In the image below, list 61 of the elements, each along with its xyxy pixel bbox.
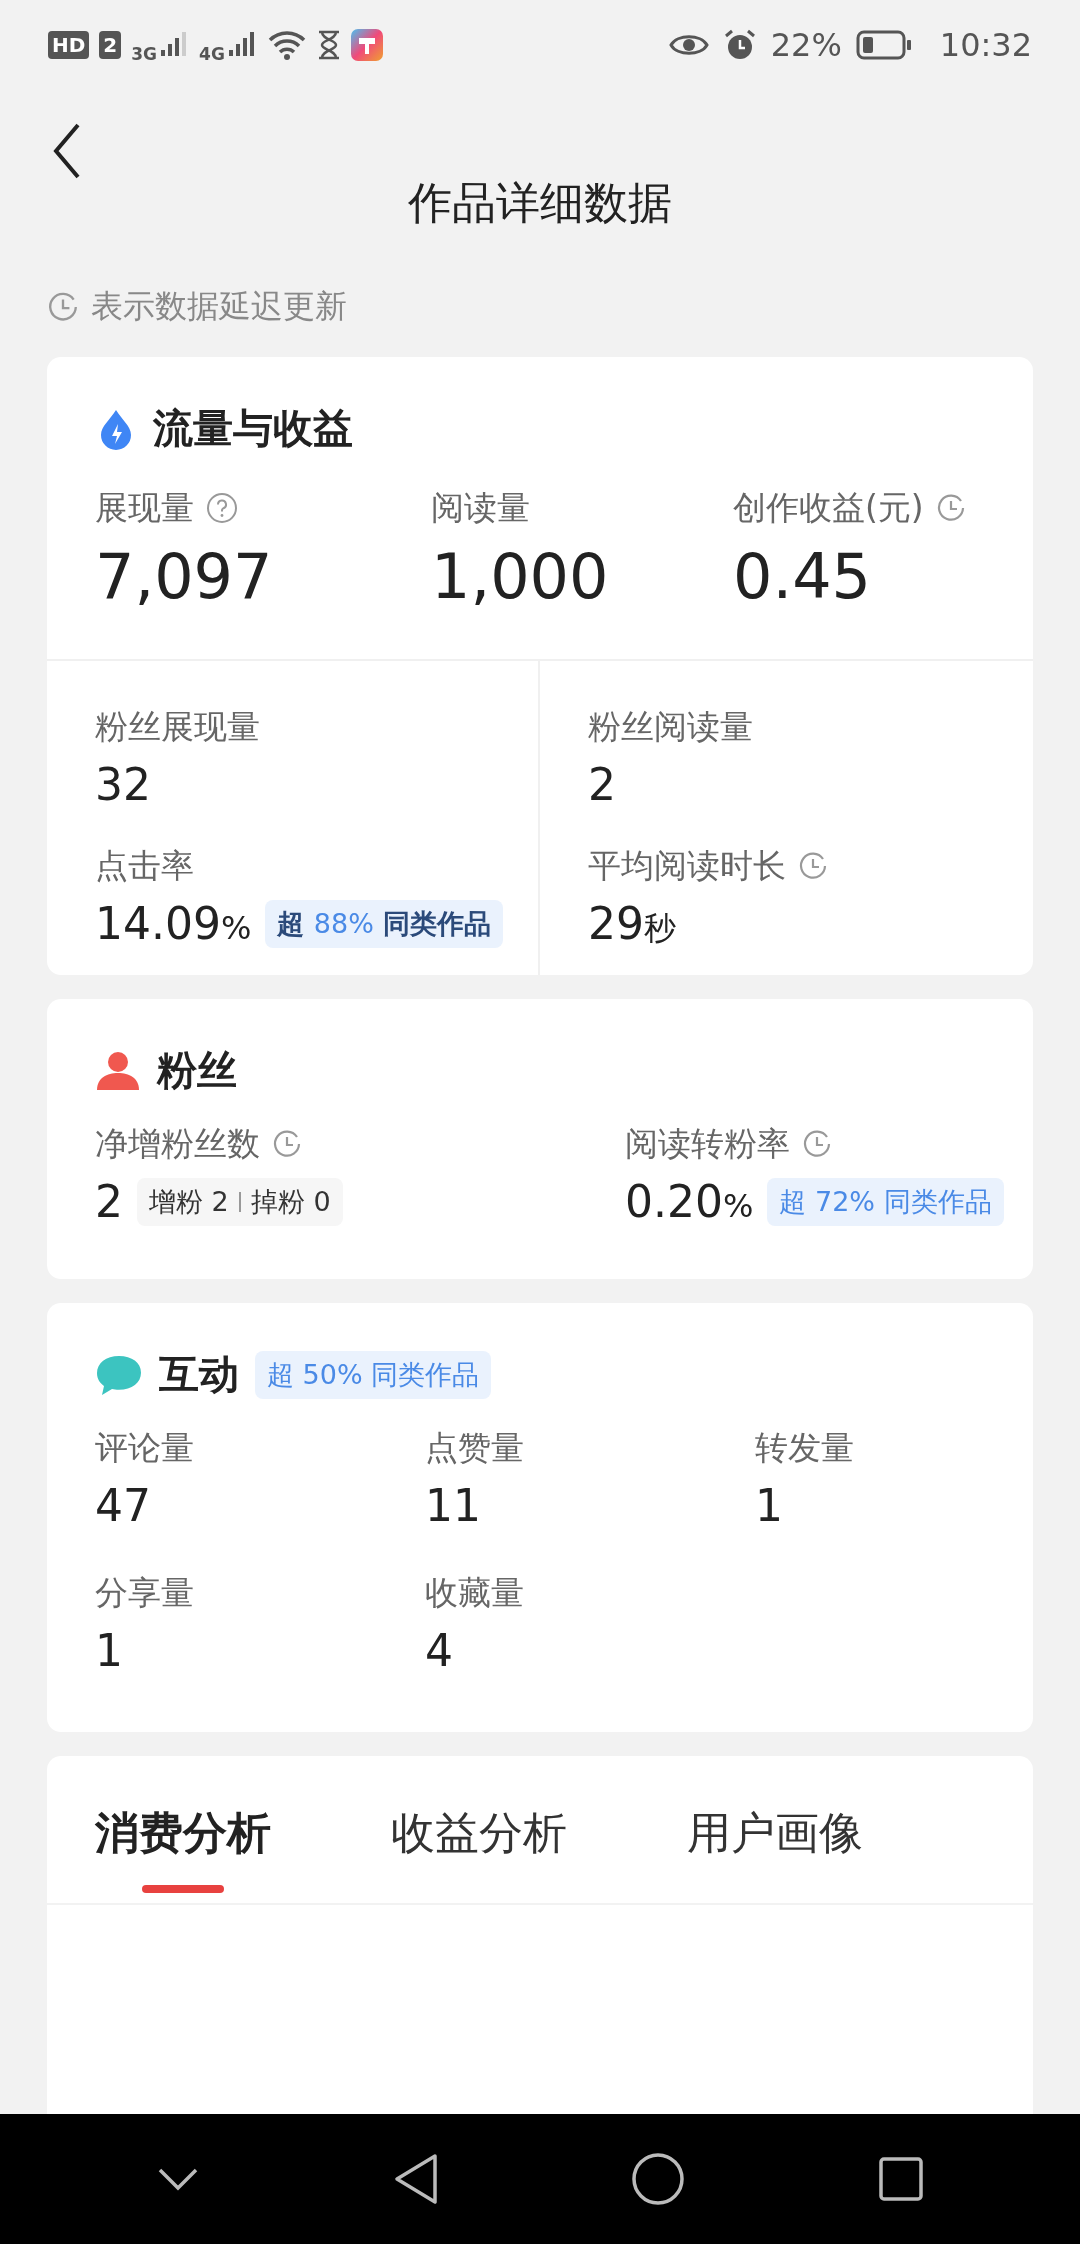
metric-label: 分享量 bbox=[95, 1571, 194, 1614]
metric-value: 1,000 bbox=[431, 540, 610, 613]
metric-value: 4 bbox=[425, 1625, 453, 1676]
analysis-tab[interactable]: 收益分析 bbox=[391, 1804, 567, 1903]
network-type: 3G bbox=[131, 44, 158, 64]
analysis-tab[interactable]: 用户画像 bbox=[687, 1804, 863, 1903]
delay-note: 表示数据延迟更新 bbox=[91, 286, 347, 327]
hourglass-icon bbox=[316, 30, 341, 60]
metric-label: 净增粉丝数 bbox=[95, 1122, 260, 1165]
metric-value: 0.45 bbox=[733, 540, 873, 613]
network-type: 4G bbox=[199, 44, 225, 64]
clock-time: 10:32 bbox=[939, 26, 1032, 64]
metric-value: 1 bbox=[95, 1625, 123, 1676]
metric-label: 粉丝阅读量 bbox=[588, 705, 753, 748]
recents-button[interactable] bbox=[877, 2156, 924, 2202]
metric-label: 创作收益(元) bbox=[733, 486, 924, 529]
section-title: 粉丝 bbox=[157, 1046, 237, 1095]
alarm-icon bbox=[722, 28, 757, 62]
comparison-badge: 超 50% 同类作品 bbox=[255, 1350, 492, 1399]
home-button[interactable] bbox=[631, 2152, 686, 2206]
fans-change-chip: 增粉 2 掉粉 0 bbox=[137, 1177, 343, 1226]
metric-value: 14.09% bbox=[95, 898, 252, 949]
page-title: 作品详细数据 bbox=[407, 176, 673, 230]
metric-value: 1 bbox=[755, 1480, 783, 1531]
analysis-tab[interactable]: 消费分析 bbox=[95, 1804, 271, 1903]
metric-label: 阅读转粉率 bbox=[625, 1122, 790, 1165]
metric-value: 2 bbox=[95, 1176, 123, 1227]
clock-icon bbox=[47, 291, 79, 323]
metric-value: 29秒 bbox=[588, 898, 676, 951]
metric-label: 平均阅读时长 bbox=[588, 844, 786, 887]
metric-value: 2 bbox=[588, 759, 616, 810]
clock-icon bbox=[802, 1129, 832, 1159]
metric-value: 47 bbox=[95, 1480, 151, 1531]
app-icon bbox=[350, 29, 383, 61]
metric-label: 点赞量 bbox=[425, 1426, 524, 1469]
metric-value: 32 bbox=[95, 759, 151, 810]
help-icon[interactable] bbox=[206, 492, 238, 524]
battery-icon bbox=[855, 30, 912, 60]
battery-percent: 22% bbox=[770, 26, 842, 64]
sim-badge: HD bbox=[48, 31, 90, 59]
metric-label: 粉丝展现量 bbox=[95, 705, 260, 748]
metric-label: 展现量 bbox=[95, 486, 194, 529]
metric-label: 收藏量 bbox=[425, 1571, 524, 1614]
back-nav-button[interactable] bbox=[392, 2153, 439, 2205]
clock-icon bbox=[272, 1129, 302, 1159]
section-title: 流量与收益 bbox=[153, 404, 353, 453]
wifi-icon bbox=[266, 29, 307, 61]
section-title: 互动 bbox=[159, 1350, 239, 1399]
comparison-badge: 超 72% 同类作品 bbox=[767, 1177, 1004, 1226]
metric-label: 点击率 bbox=[95, 844, 194, 887]
metric-value: 11 bbox=[425, 1480, 481, 1531]
metric-label: 评论量 bbox=[95, 1426, 194, 1469]
sim-badge: 2 bbox=[99, 31, 122, 59]
metric-value: 7,097 bbox=[95, 540, 274, 613]
metric-label: 转发量 bbox=[755, 1426, 854, 1469]
clock-icon bbox=[798, 851, 828, 881]
metric-label: 阅读量 bbox=[431, 486, 530, 529]
comparison-badge: 超 88% 同类作品 bbox=[265, 899, 504, 948]
person-icon bbox=[95, 1049, 141, 1092]
clock-icon bbox=[935, 493, 966, 523]
metric-value: 0.20% bbox=[625, 1176, 754, 1227]
